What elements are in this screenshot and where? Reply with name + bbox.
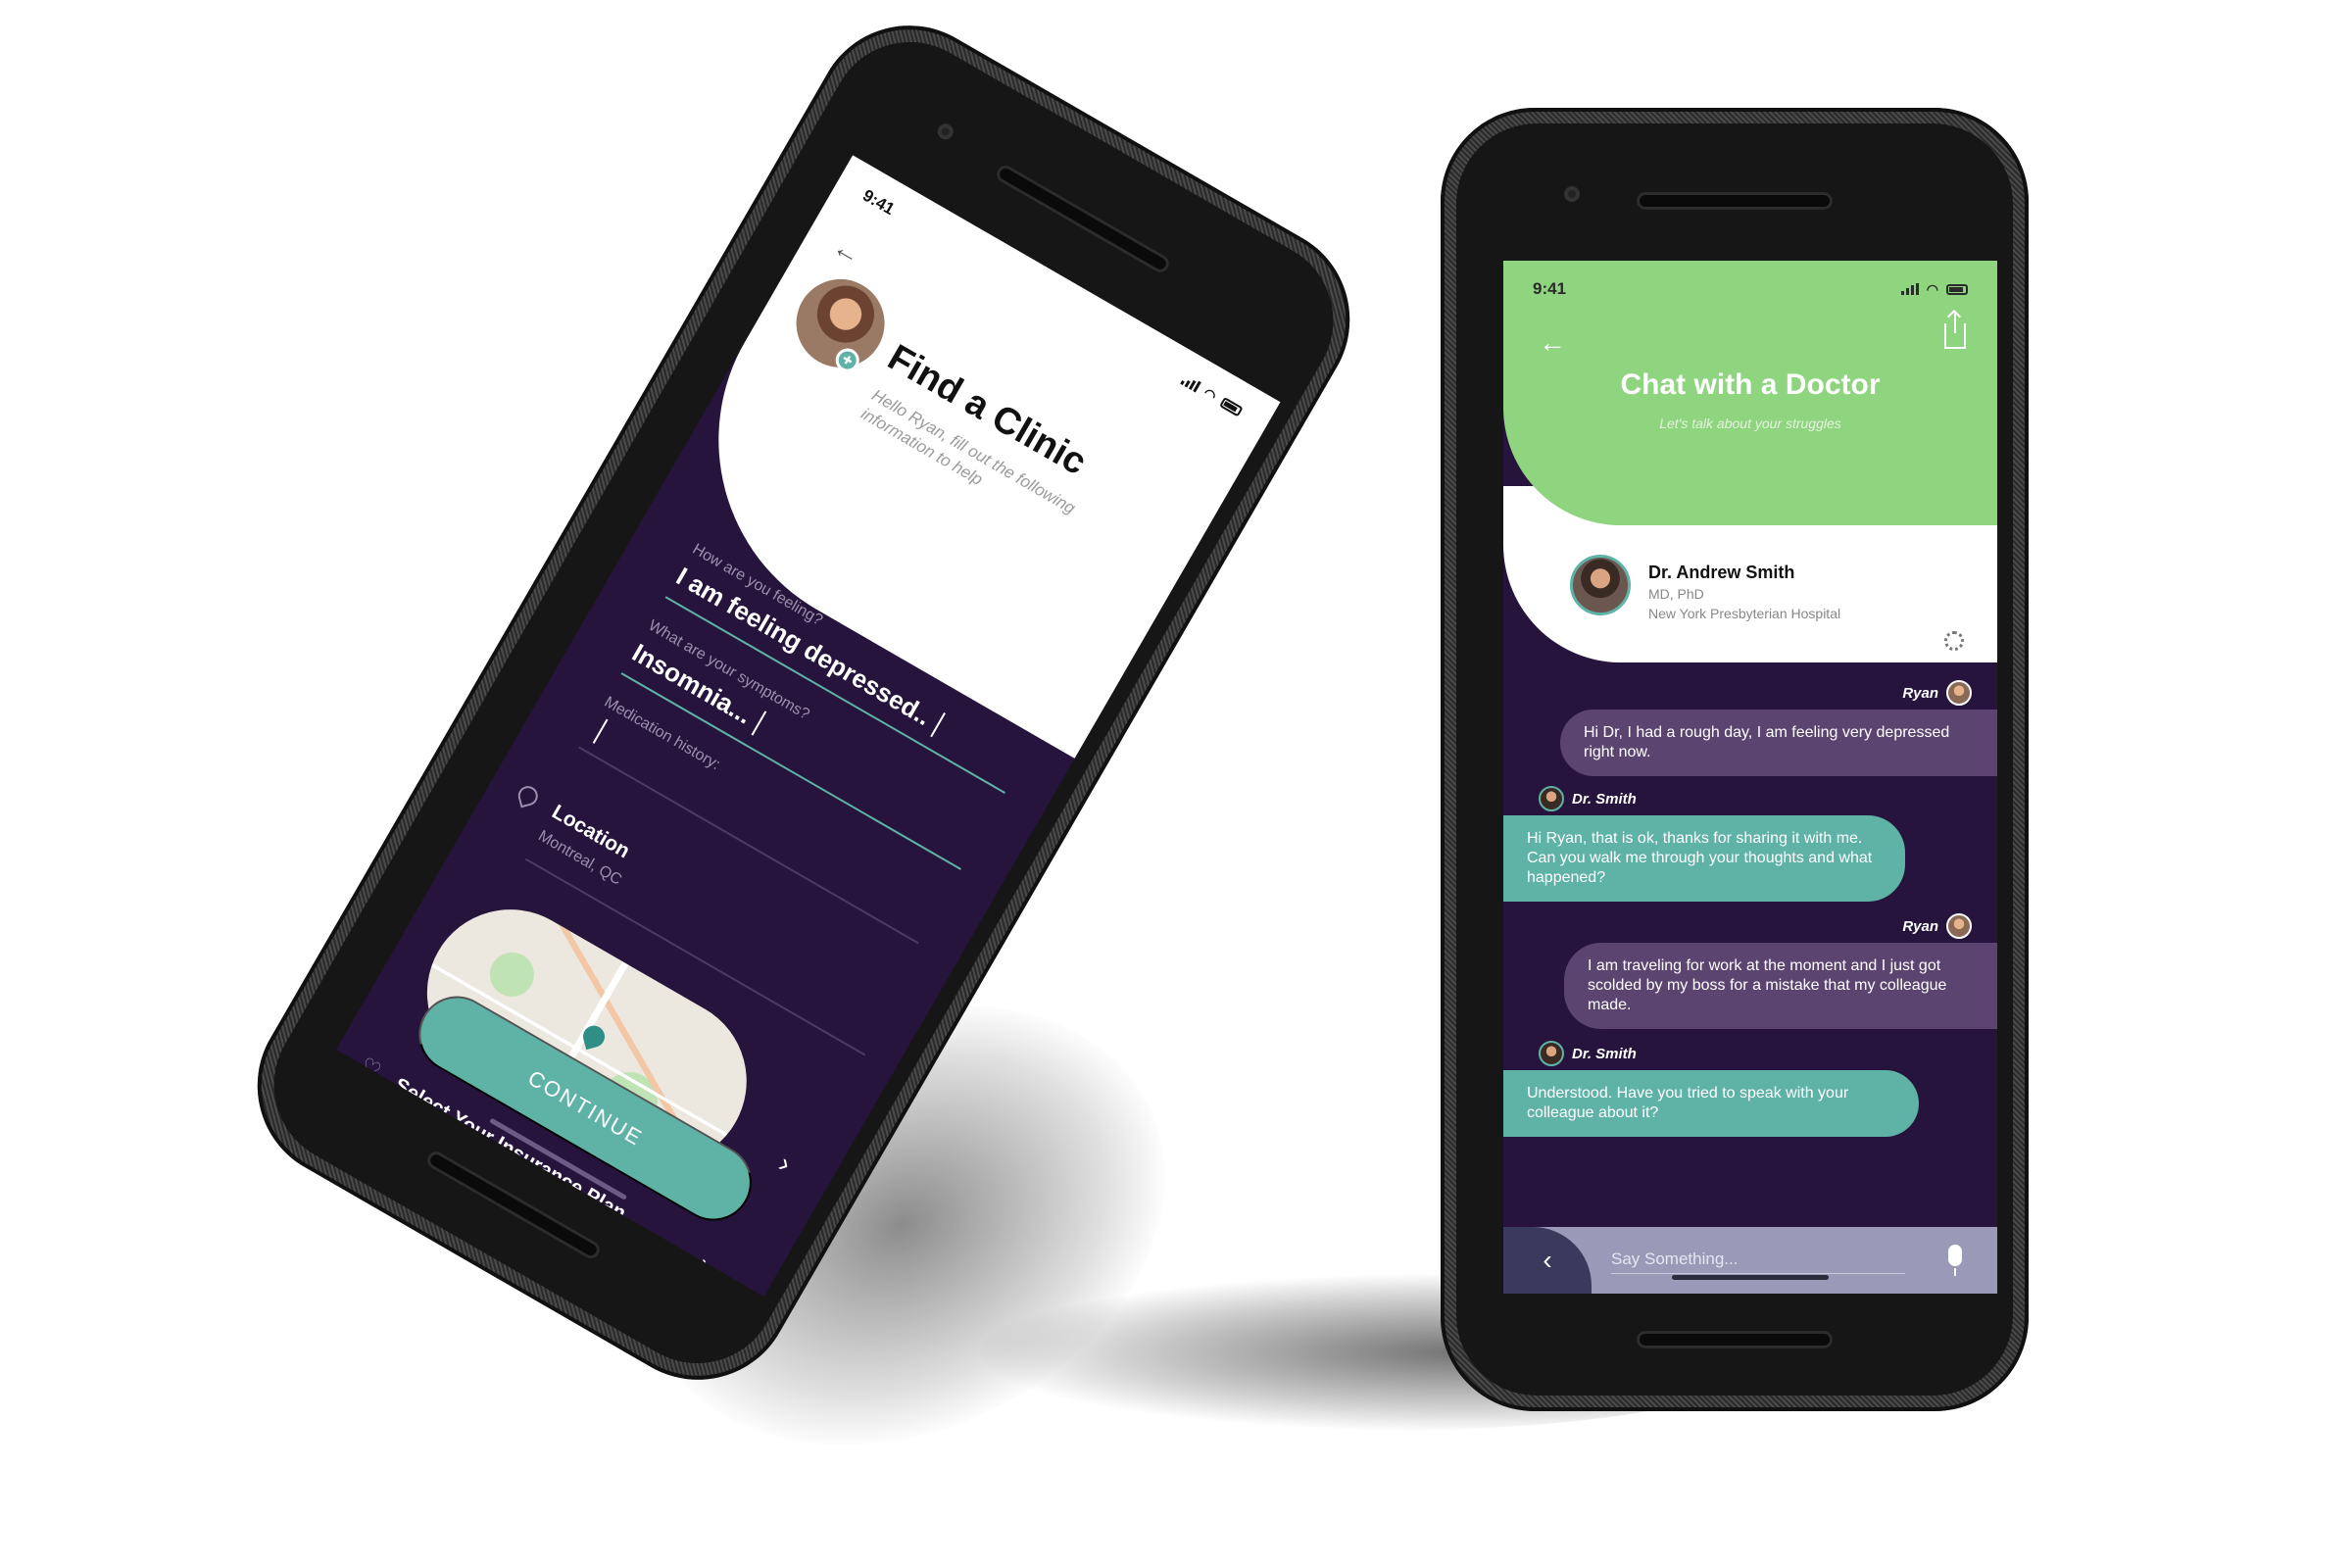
doctor-degree: MD, PhD [1648, 586, 1704, 602]
front-camera [1564, 186, 1580, 202]
message-input[interactable] [1611, 1245, 1905, 1274]
wifi-icon: ◠ [1200, 384, 1220, 405]
wifi-icon: ◠ [1926, 281, 1938, 297]
user-message-bubble: Hi Dr, I had a rough day, I am feeling v… [1560, 710, 1997, 776]
status-icons: ◠ [1900, 281, 1968, 297]
chat-header: 9:41 ◠ ← Chat with a Doctor Let's talk a… [1503, 261, 1997, 525]
right-phone: 9:41 ◠ ← Chat with a Doctor Let's talk a… [1441, 108, 2029, 1411]
message-sender: Ryan [1902, 913, 1972, 939]
doctor-name: Dr. Andrew Smith [1648, 563, 1795, 582]
top-speaker [1637, 192, 1833, 210]
sender-name: Ryan [1902, 684, 1938, 702]
microphone-icon[interactable] [1948, 1245, 1962, 1276]
front-camera [934, 121, 956, 143]
status-time: 9:41 [859, 185, 899, 220]
avatar [1539, 1041, 1564, 1066]
home-indicator[interactable] [1672, 1275, 1829, 1280]
signal-icon [1180, 373, 1201, 393]
status-bar: 9:41 ◠ [1503, 261, 1997, 300]
location-pin-icon [515, 783, 541, 808]
message-sender: Dr. Smith [1539, 786, 1637, 811]
text-caret [592, 718, 609, 744]
status-icons: ◠ [1180, 372, 1245, 417]
sender-name: Dr. Smith [1572, 1045, 1637, 1062]
chevron-left-icon[interactable]: ‹ [1503, 1227, 1592, 1294]
status-time: 9:41 [1533, 279, 1567, 298]
avatar [1946, 913, 1972, 939]
message-input-bar: ‹ [1503, 1227, 1997, 1294]
left-phone: 9:41 ◠ ← ✚ Find a Clinic Hello Ryan, fil… [222, 0, 1385, 1414]
back-arrow-icon[interactable]: ← [1539, 329, 1566, 357]
message-sender: Ryan [1902, 680, 1972, 706]
chat-messages: Ryan Hi Dr, I had a rough day, I am feel… [1503, 672, 1997, 1221]
chat-screen: 9:41 ◠ ← Chat with a Doctor Let's talk a… [1503, 261, 1997, 1294]
text-caret [930, 711, 947, 737]
avatar [1539, 786, 1564, 811]
battery-icon [1219, 396, 1244, 417]
page-title: Chat with a Doctor [1620, 368, 1881, 401]
sender-name: Ryan [1902, 917, 1938, 935]
page-subtitle: Let's talk about your struggles [1659, 416, 1841, 431]
map-pin-icon [580, 1023, 608, 1051]
message-sender: Dr. Smith [1539, 1041, 1637, 1066]
back-arrow-icon[interactable]: ← [828, 231, 867, 271]
avatar [1946, 680, 1972, 706]
battery-icon [1946, 283, 1968, 295]
doctor-message-bubble: Hi Ryan, that is ok, thanks for sharing … [1503, 815, 1905, 902]
doctor-avatar[interactable] [1570, 555, 1631, 615]
doctor-hospital: New York Presbyterian Hospital [1648, 606, 1841, 621]
gear-icon[interactable] [1944, 631, 1964, 651]
chevron-right-icon[interactable]: › [693, 1249, 716, 1280]
doctor-message-bubble: Understood. Have you tried to speak with… [1503, 1070, 1919, 1137]
share-icon[interactable] [1944, 312, 1966, 349]
text-caret [751, 710, 767, 736]
user-message-bubble: I am traveling for work at the moment an… [1564, 943, 1997, 1029]
bottom-speaker [1637, 1331, 1833, 1348]
signal-icon [1900, 283, 1919, 295]
sender-name: Dr. Smith [1572, 790, 1637, 808]
heart-icon: ♡ [356, 1052, 386, 1084]
left-phone-bezel: 9:41 ◠ ← ✚ Find a Clinic Hello Ryan, fil… [244, 12, 1363, 1394]
chevron-right-icon[interactable]: › [773, 1148, 797, 1179]
right-phone-bezel: 9:41 ◠ ← Chat with a Doctor Let's talk a… [1456, 123, 2013, 1396]
